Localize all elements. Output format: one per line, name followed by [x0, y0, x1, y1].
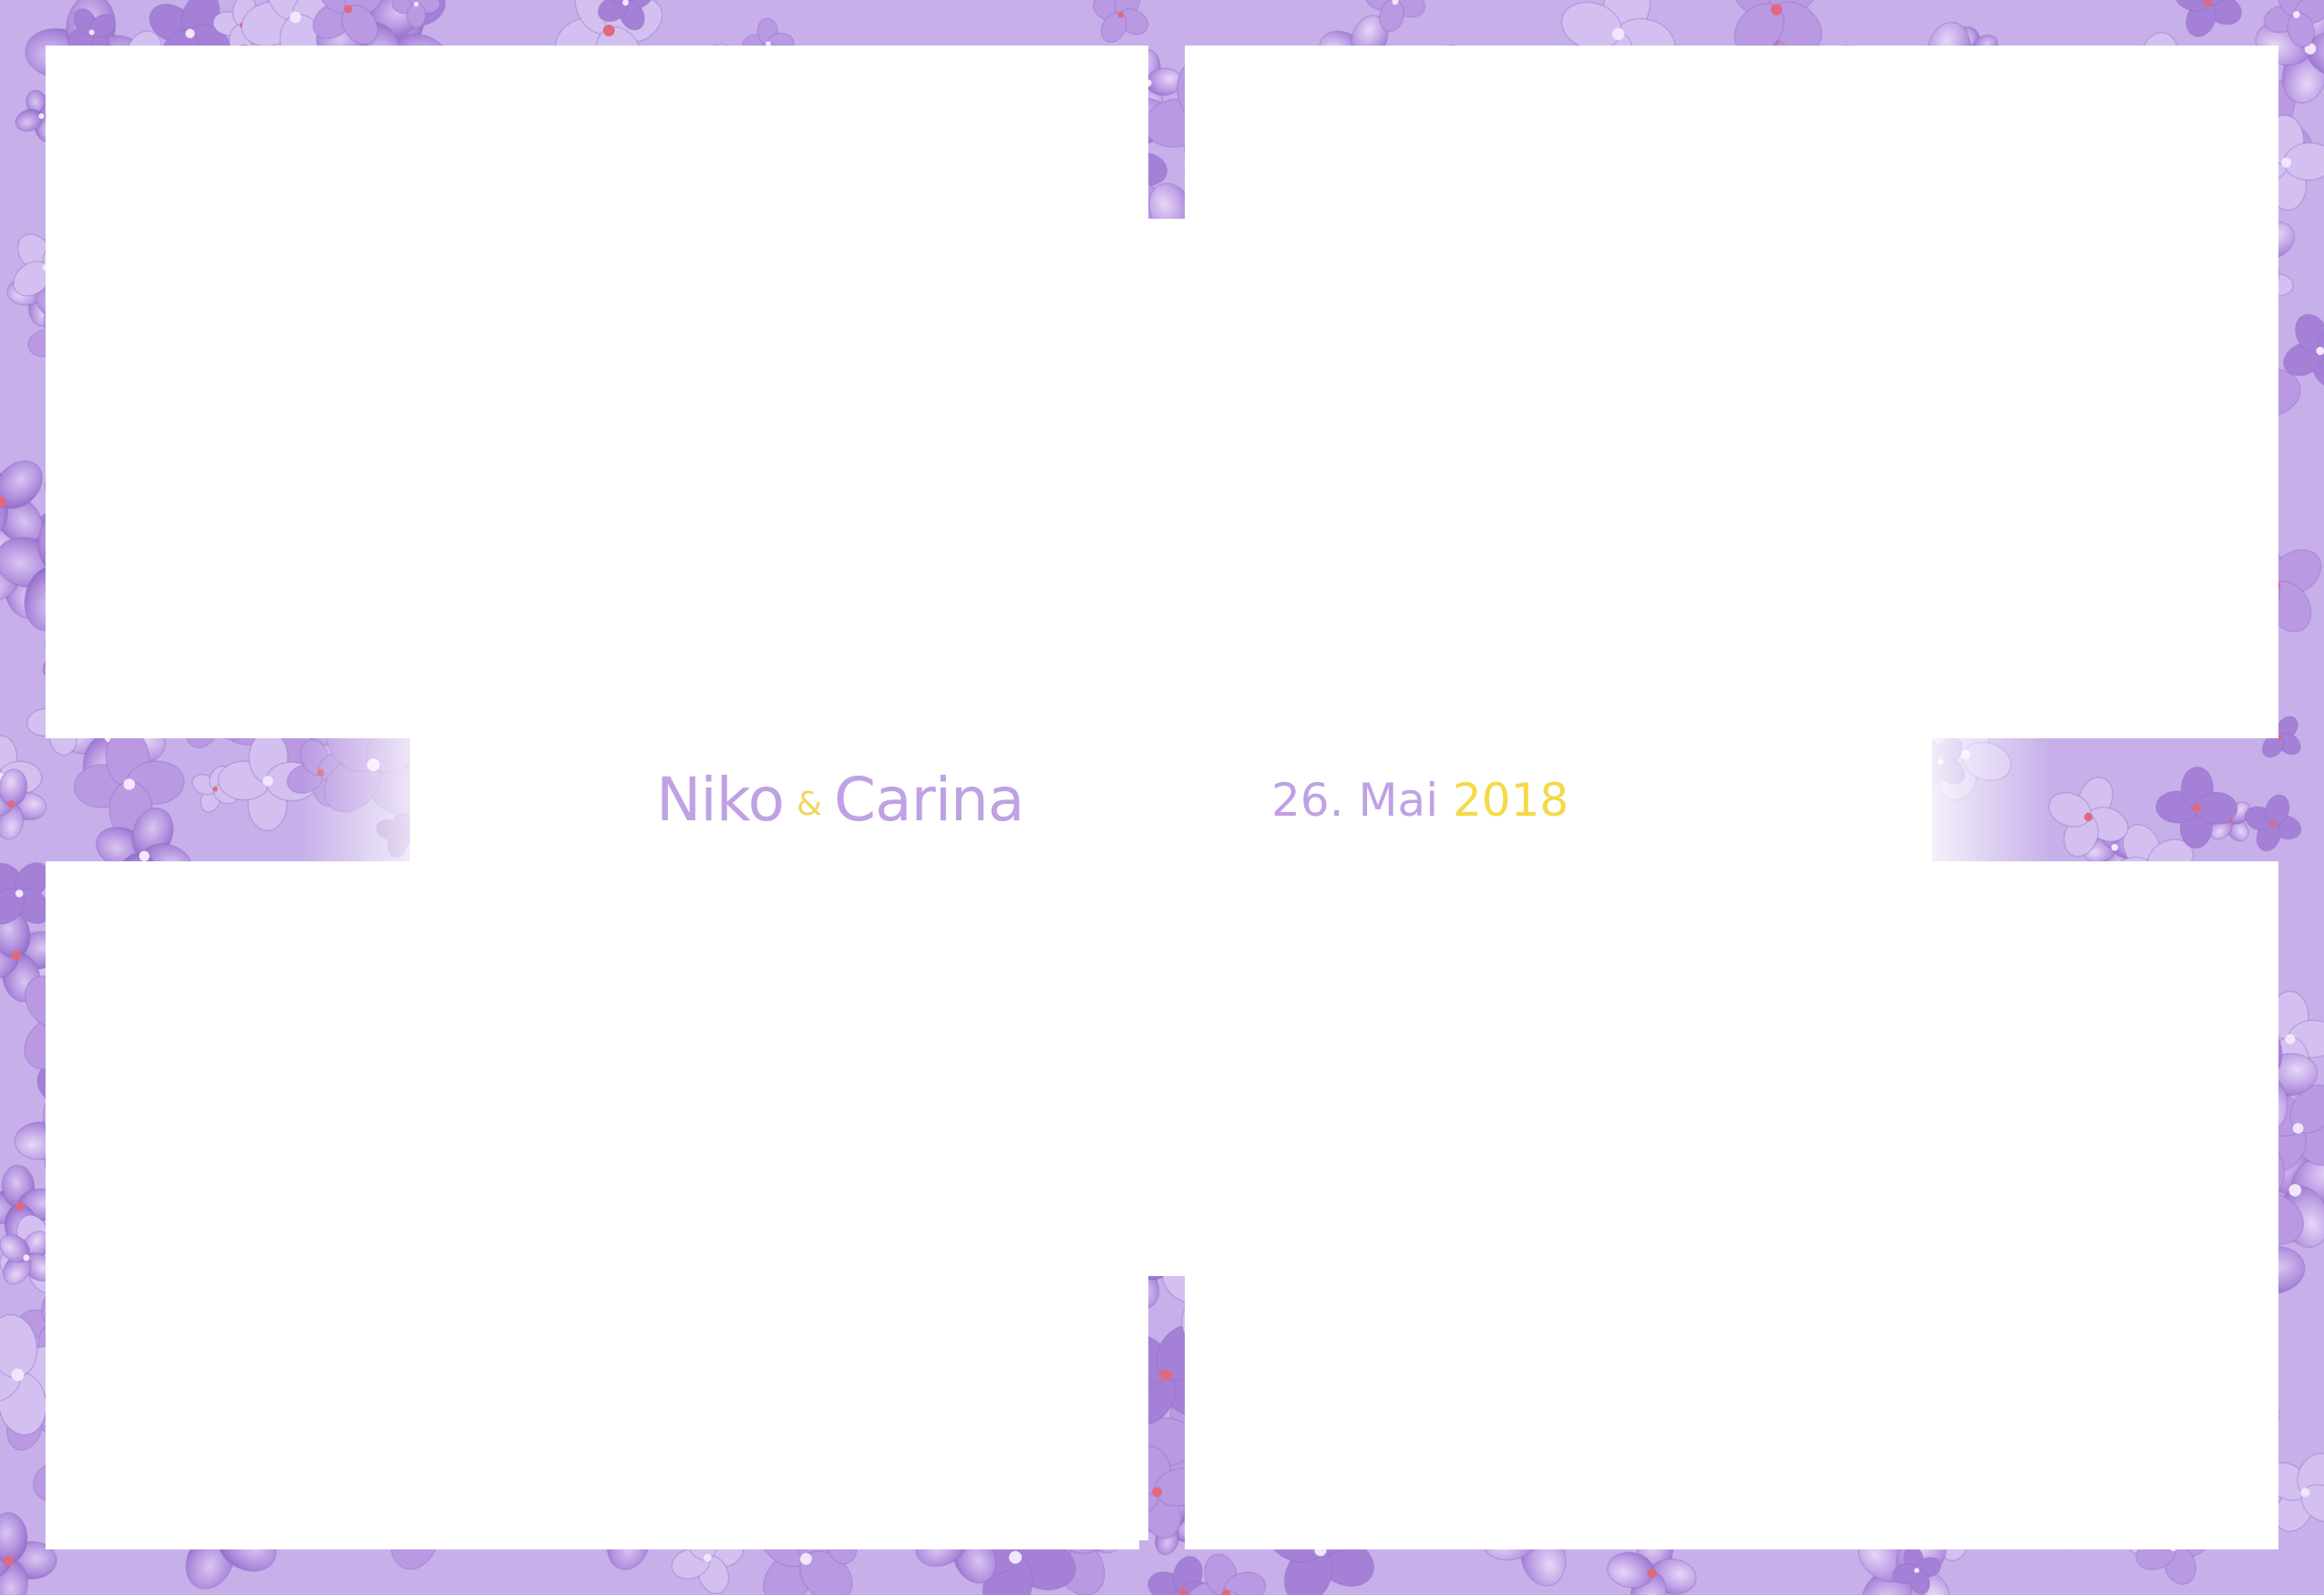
wedding-date: 26. Mai 2018: [1271, 755, 1599, 846]
date-day-month: 26. Mai: [1271, 774, 1439, 827]
title-band: [410, 729, 1932, 875]
photo-card-canvas: Niko & Carina 26. Mai 2018: [0, 0, 2324, 1595]
photo-slot-bottom-left[interactable]: [46, 861, 1139, 1549]
ampersand: &: [796, 786, 822, 823]
photo-slot-top-right[interactable]: [1185, 46, 2278, 738]
center-gap-fill: [1135, 848, 1189, 1276]
center-gap-fill: [1135, 219, 1189, 747]
name-1: Niko: [656, 765, 785, 835]
date-year: 2018: [1453, 774, 1569, 827]
couple-names: Niko & Carina: [656, 755, 1075, 846]
photo-slot-bottom-right[interactable]: [1185, 861, 2278, 1549]
name-2: Carina: [834, 765, 1024, 835]
photo-slot-top-left[interactable]: [46, 46, 1139, 738]
